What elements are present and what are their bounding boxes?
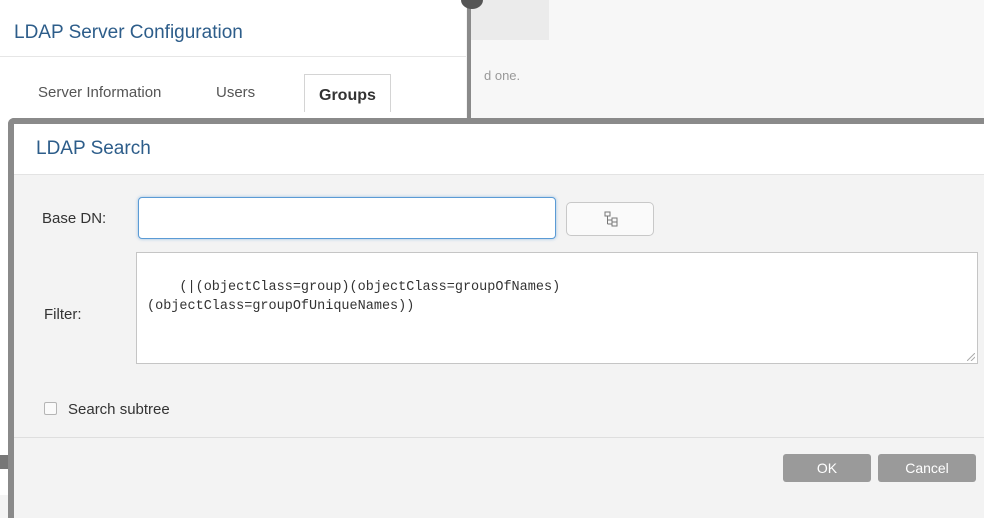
tree-browse-icon: [604, 211, 618, 227]
tab-groups[interactable]: Groups: [304, 74, 391, 112]
search-subtree-checkbox[interactable]: [44, 402, 57, 415]
base-dn-input[interactable]: [138, 197, 556, 239]
search-dialog-title: LDAP Search: [36, 138, 151, 159]
footer-divider: [14, 437, 984, 438]
search-subtree-label: Search subtree: [68, 401, 170, 418]
dialog-title: LDAP Server Configuration: [14, 22, 243, 43]
search-dialog-header: LDAP Search: [14, 124, 984, 175]
browse-tree-button[interactable]: [566, 202, 654, 236]
filter-label: Filter:: [44, 306, 82, 323]
base-dn-label: Base DN:: [42, 210, 107, 227]
tab-server-information[interactable]: Server Information: [38, 84, 161, 101]
ldap-search-dialog: LDAP Search Base DN: Filter: (|(objectCl…: [8, 118, 984, 518]
cancel-button[interactable]: Cancel: [878, 454, 976, 482]
filter-textarea[interactable]: (|(objectClass=group)(objectClass=groupO…: [136, 252, 978, 364]
divider-line: [467, 0, 471, 122]
title-divider: [0, 56, 466, 57]
resize-grip-icon[interactable]: [967, 353, 975, 361]
background-hint-text: d one.: [484, 68, 521, 83]
ok-button[interactable]: OK: [783, 454, 871, 482]
tab-users[interactable]: Users: [216, 84, 255, 101]
edge-mark: [0, 455, 8, 469]
filter-text: (|(objectClass=group)(objectClass=groupO…: [147, 280, 561, 314]
